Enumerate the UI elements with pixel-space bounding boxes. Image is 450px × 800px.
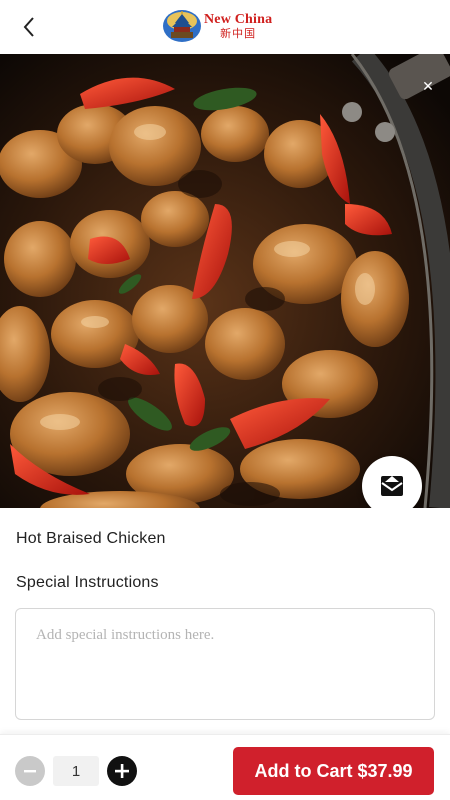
share-button[interactable] bbox=[362, 456, 422, 508]
quantity-value[interactable]: 1 bbox=[53, 756, 99, 786]
increase-quantity-button[interactable] bbox=[107, 756, 137, 786]
logo-text: New China 新中国 bbox=[204, 12, 273, 40]
envelope-share-icon bbox=[381, 476, 403, 496]
special-instructions-label: Special Instructions bbox=[16, 574, 159, 591]
minus-icon bbox=[24, 770, 36, 773]
logo-name-en: New China bbox=[204, 12, 273, 27]
item-photo: ✕ bbox=[0, 54, 450, 508]
app-header: New China 新中国 bbox=[0, 0, 450, 54]
temple-of-heaven-icon bbox=[163, 10, 201, 42]
plus-icon bbox=[115, 764, 129, 778]
back-button[interactable] bbox=[14, 12, 44, 42]
item-name: Hot Braised Chicken bbox=[16, 530, 166, 547]
cart-footer: 1 Add to Cart $37.99 bbox=[0, 734, 450, 800]
chevron-left-icon bbox=[23, 17, 34, 37]
braised-chicken-image bbox=[0, 54, 450, 508]
add-to-cart-button[interactable]: Add to Cart $37.99 bbox=[233, 747, 434, 795]
special-instructions-input[interactable] bbox=[15, 608, 435, 720]
restaurant-logo[interactable]: New China 新中国 bbox=[162, 8, 272, 44]
close-icon[interactable]: ✕ bbox=[420, 78, 436, 94]
decrease-quantity-button[interactable] bbox=[15, 756, 45, 786]
logo-name-zh: 新中国 bbox=[220, 27, 257, 40]
